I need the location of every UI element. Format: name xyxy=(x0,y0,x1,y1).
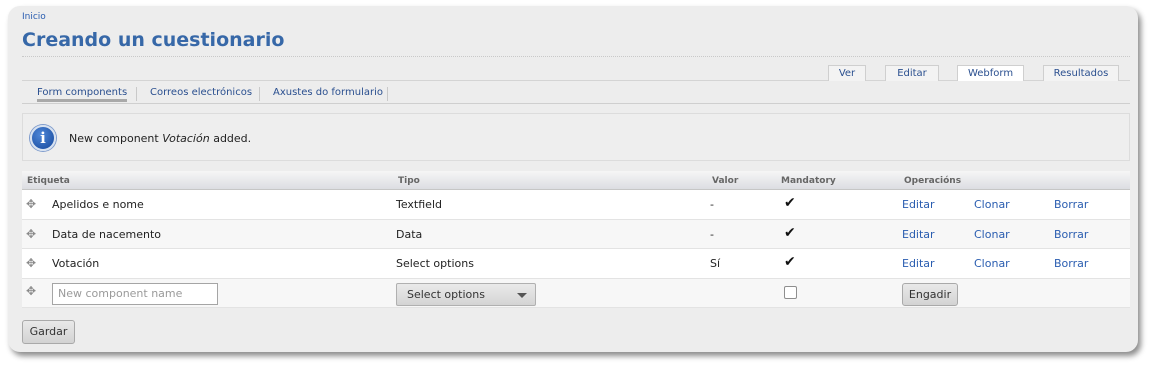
table-header: Etiqueta Tipo Valor Mandatory Operacións xyxy=(22,171,1130,190)
column-header-mandatory: Mandatory xyxy=(781,176,836,186)
new-component-name-input[interactable] xyxy=(52,282,218,305)
tab-separator xyxy=(259,87,260,101)
add-component-button[interactable]: Engadir xyxy=(902,282,958,306)
component-label: Apelidos e nome xyxy=(52,198,144,211)
message-component-name: Votación xyxy=(162,132,210,145)
mandatory-check-icon: ✔ xyxy=(784,224,796,241)
message-suffix: added. xyxy=(209,132,252,145)
column-header-operations: Operacións xyxy=(904,176,962,186)
primary-tabs: Ver Editar Webform Resultados xyxy=(22,65,1130,81)
clone-link[interactable]: Clonar xyxy=(974,198,1010,211)
component-type: Textfield xyxy=(396,198,442,211)
drag-handle-icon[interactable]: ✥ xyxy=(26,198,38,210)
edit-link[interactable]: Editar xyxy=(902,198,935,211)
edit-link[interactable]: Editar xyxy=(902,228,935,241)
save-button[interactable]: Gardar xyxy=(22,320,75,344)
breadcrumb[interactable]: Inicio xyxy=(22,12,46,22)
mandatory-check-icon: ✔ xyxy=(784,254,796,270)
drag-handle-icon[interactable]: ✥ xyxy=(26,257,38,269)
message-prefix: New component xyxy=(69,132,163,145)
mandatory-checkbox[interactable] xyxy=(784,285,797,299)
delete-link[interactable]: Borrar xyxy=(1054,198,1088,211)
drag-handle-icon[interactable]: ✥ xyxy=(26,285,38,297)
mandatory-check-icon: ✔ xyxy=(784,195,796,211)
tab-separator xyxy=(387,87,388,101)
tab-ver[interactable]: Ver xyxy=(828,65,866,81)
column-header-value: Valor xyxy=(712,176,739,186)
status-message: i New component Votación added. xyxy=(22,113,1130,161)
delete-link[interactable]: Borrar xyxy=(1054,228,1088,241)
subtab-correos[interactable]: Correos electrónicos xyxy=(150,87,252,102)
clone-link[interactable]: Clonar xyxy=(974,228,1010,241)
component-type-selected: Select options xyxy=(407,287,485,301)
table-row: ✥ Votación Select options Sí ✔ Editar Cl… xyxy=(22,249,1130,279)
table-row: ✥ Apelidos e nome Textfield - ✔ Editar C… xyxy=(22,190,1130,220)
component-type: Select options xyxy=(396,257,474,270)
chevron-down-icon xyxy=(517,292,527,298)
edit-link[interactable]: Editar xyxy=(902,257,935,270)
component-label: Votación xyxy=(52,257,100,270)
components-table: Etiqueta Tipo Valor Mandatory Operacións… xyxy=(22,171,1130,308)
secondary-tabs: Form components Correos electrónicos Axu… xyxy=(22,86,1130,104)
column-header-type[interactable]: Tipo xyxy=(398,176,420,186)
page-title: Creando un cuestionario xyxy=(22,29,285,51)
component-value: - xyxy=(710,227,714,241)
message-text: New component Votación added. xyxy=(69,132,251,145)
column-header-label[interactable]: Etiqueta xyxy=(27,176,70,186)
delete-link[interactable]: Borrar xyxy=(1054,257,1088,270)
tab-resultados[interactable]: Resultados xyxy=(1043,65,1119,81)
clone-link[interactable]: Clonar xyxy=(974,257,1010,270)
component-type-select[interactable]: Select options xyxy=(396,282,536,306)
title-divider xyxy=(22,56,1130,57)
component-value: Sí xyxy=(710,257,721,270)
component-type: Data xyxy=(396,227,423,241)
component-label: Data de nacemento xyxy=(52,227,162,241)
table-row: ✥ Data de nacemento Data - ✔ Editar Clon… xyxy=(22,219,1130,249)
subtab-axustes[interactable]: Axustes do formulario xyxy=(273,87,383,102)
component-value: - xyxy=(710,198,714,211)
new-component-row: ✥ Select options Engadir xyxy=(22,278,1130,308)
subtab-form-components[interactable]: Form components xyxy=(37,87,128,102)
drag-handle-icon[interactable]: ✥ xyxy=(26,228,38,240)
tab-webform[interactable]: Webform xyxy=(957,65,1024,81)
tab-editar[interactable]: Editar xyxy=(885,65,939,81)
info-icon: i xyxy=(30,125,56,151)
tab-separator xyxy=(136,87,137,101)
